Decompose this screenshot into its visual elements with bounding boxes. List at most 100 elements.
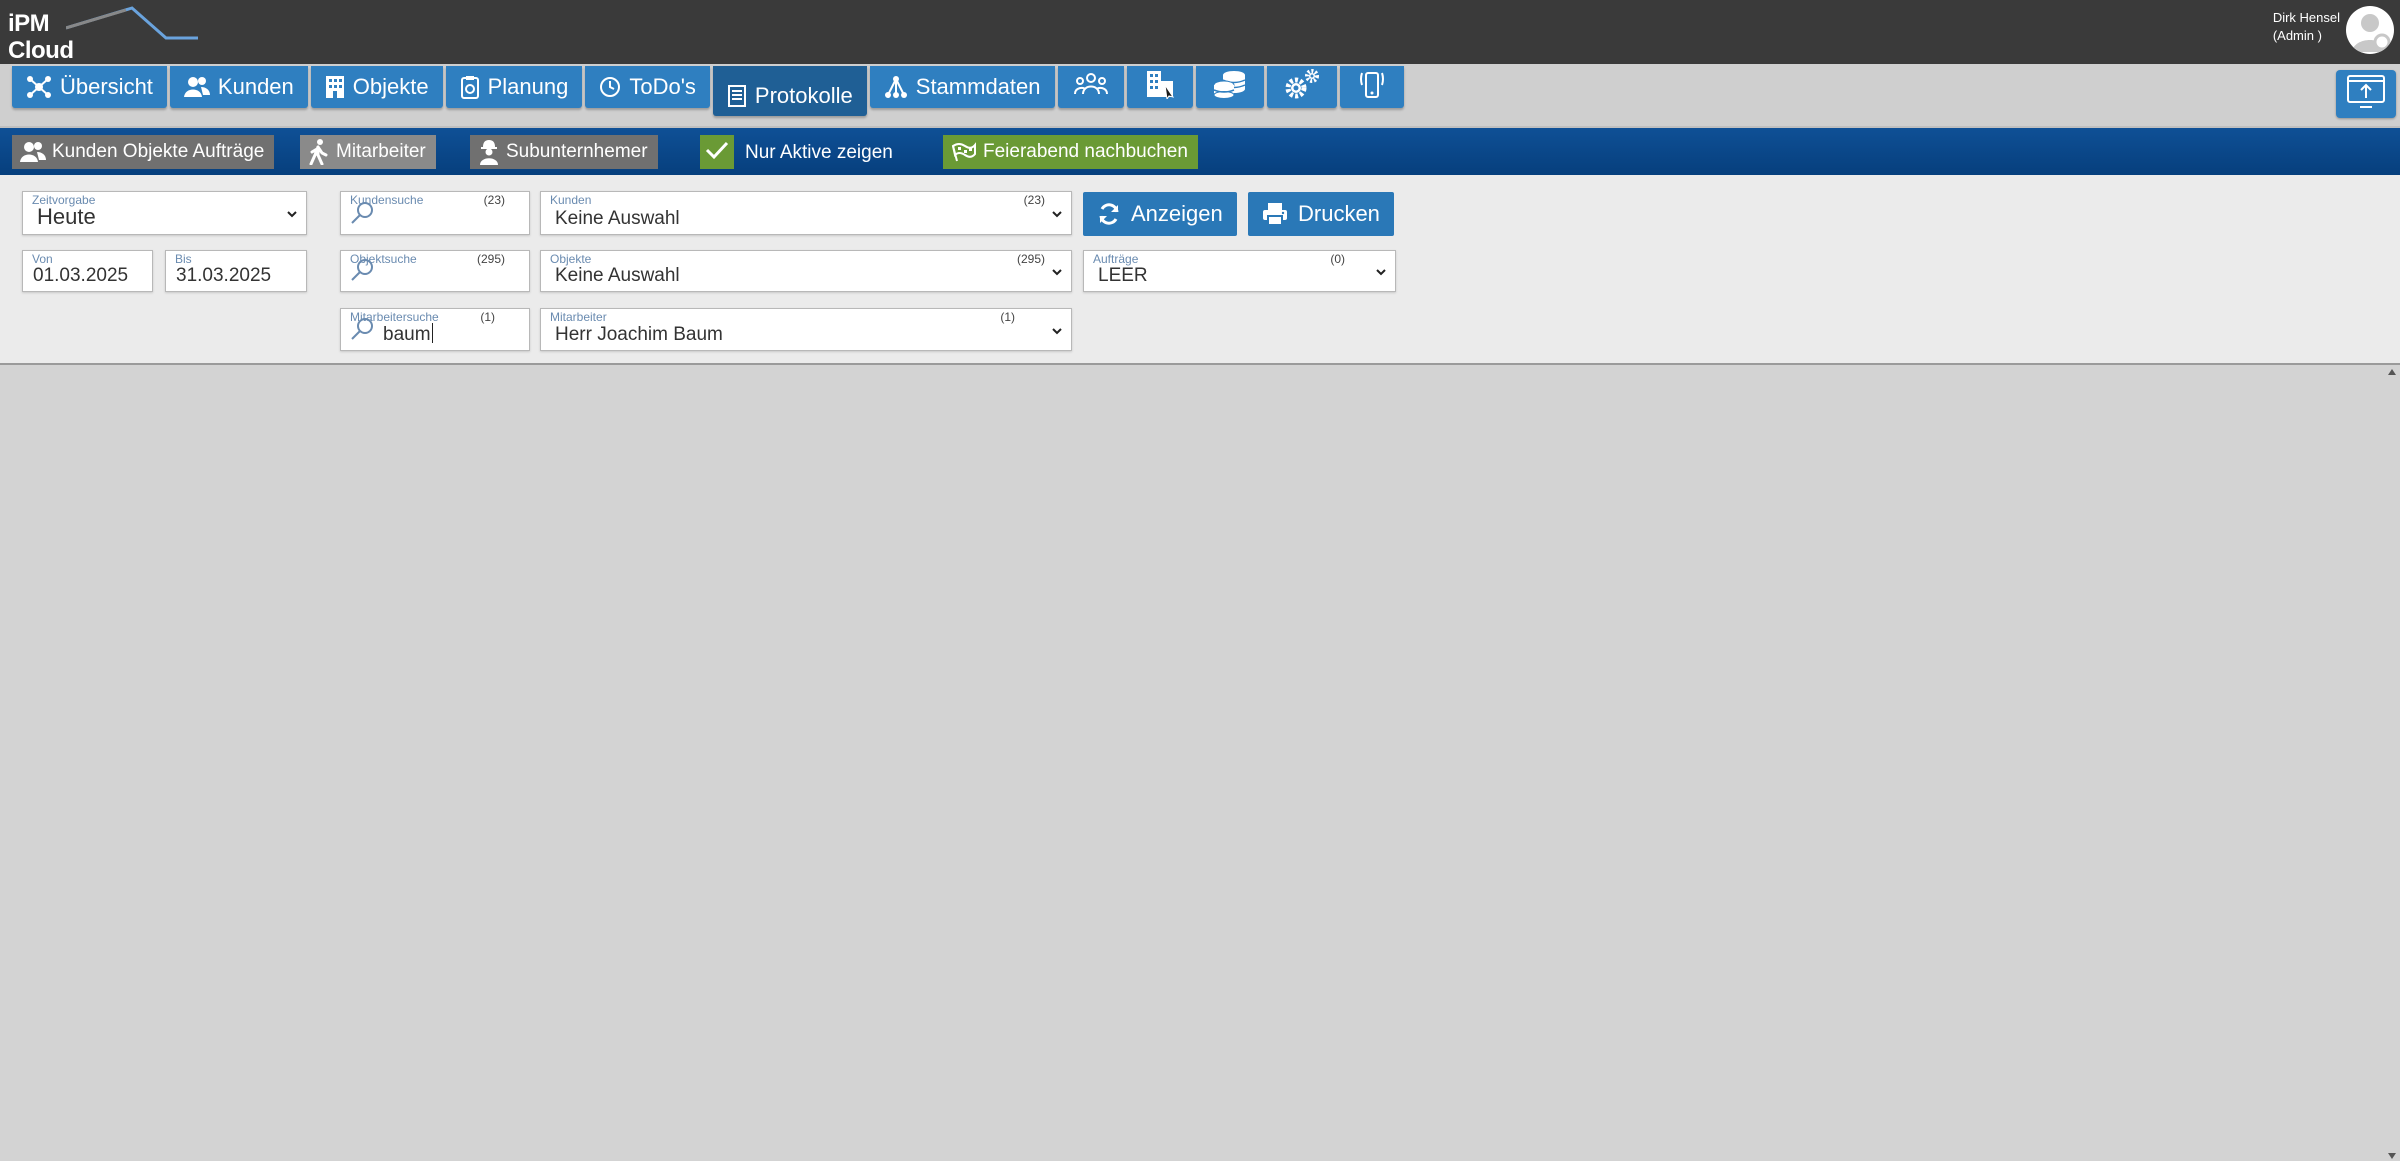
- button-label: Mitarbeiter: [336, 141, 426, 162]
- sub-toolbar: Kunden Objekte Aufträge Mitarbeiter Subu…: [0, 128, 2400, 175]
- chevron-down-icon: [1051, 265, 1063, 283]
- anzeigen-button[interactable]: Anzeigen: [1083, 192, 1237, 236]
- field-label: Kunden: [550, 193, 592, 207]
- tab-stammdaten[interactable]: Stammdaten: [869, 66, 1055, 108]
- field-value: LEER: [1098, 265, 1148, 286]
- drucken-button[interactable]: Drucken: [1248, 192, 1394, 236]
- tab-todos[interactable]: ToDo's: [585, 66, 710, 108]
- walking-person-icon: [308, 139, 330, 165]
- check-icon: [705, 140, 729, 165]
- building-icon: [325, 75, 345, 99]
- field-label: Aufträge: [1093, 252, 1139, 266]
- field-count: (295): [1016, 252, 1045, 266]
- field-value-wrap: baum: [383, 323, 433, 346]
- field-count: (1): [480, 310, 495, 324]
- field-count: (1): [1000, 310, 1015, 324]
- field-value: baum: [383, 324, 431, 345]
- search-icon: [349, 200, 375, 231]
- avatar[interactable]: [2346, 6, 2394, 54]
- tab-label: Übersicht: [60, 74, 153, 99]
- app-logo[interactable]: iPM Cloud: [6, 4, 198, 64]
- field-label: Von: [32, 252, 53, 266]
- refresh-icon: [1097, 202, 1121, 226]
- mobile-phone-icon: [1357, 67, 1387, 107]
- objektsuche-input[interactable]: Objektsuche (295): [340, 250, 530, 292]
- clock-icon: [599, 76, 621, 98]
- tab-mitarbeiter-gruppe[interactable]: [1057, 66, 1124, 108]
- roof-logo-icon: [66, 6, 198, 40]
- auftraege-select[interactable]: Aufträge (0) LEER: [1083, 250, 1396, 292]
- search-icon: [349, 316, 375, 347]
- zeitvorgabe-select[interactable]: Zeitvorgabe Heute: [22, 191, 307, 235]
- kunden-select[interactable]: Kunden (23) Keine Auswahl: [540, 191, 1072, 235]
- gears-icon: [1283, 68, 1321, 106]
- field-value: Heute: [37, 204, 96, 229]
- button-label: Kunden Objekte Aufträge: [52, 141, 265, 162]
- field-value: Keine Auswahl: [555, 208, 680, 229]
- text-caret: [431, 323, 433, 343]
- buildings-icon: [1143, 69, 1177, 105]
- results-area: [0, 367, 2384, 1161]
- vertical-scrollbar[interactable]: [2384, 367, 2400, 1161]
- tab-protokolle[interactable]: Protokolle: [712, 66, 867, 116]
- mitarbeitersuche-input[interactable]: Mitarbeitersuche (1) baum: [340, 308, 530, 351]
- feierabend-nachbuchen-button[interactable]: Feierabend nachbuchen: [943, 135, 1198, 169]
- tab-planung[interactable]: Planung: [445, 66, 583, 108]
- field-value: 01.03.2025: [33, 265, 129, 286]
- clipboard-icon: [460, 75, 480, 99]
- field-count: (295): [476, 252, 505, 266]
- main-navigation: Übersicht Kunden Objekte Planung ToDo's: [0, 64, 2400, 128]
- nur-aktive-checkbox[interactable]: [700, 135, 734, 169]
- flag-icon: [951, 142, 977, 162]
- document-icon: [727, 84, 747, 108]
- filter-panel: Zeitvorgabe Heute Kundensuche (23) Kunde…: [0, 175, 2400, 365]
- user-info[interactable]: Dirk Hensel (Admin ): [2273, 9, 2340, 45]
- scroll-up-icon[interactable]: [2388, 369, 2396, 375]
- tab-gebaeude[interactable]: [1126, 66, 1193, 108]
- field-value: Herr Joachim Baum: [555, 324, 723, 345]
- logo-line2: Cloud: [8, 37, 74, 64]
- tab-uebersicht[interactable]: Übersicht: [12, 66, 167, 108]
- mitarbeiter-button[interactable]: Mitarbeiter: [300, 135, 436, 169]
- tab-kunden[interactable]: Kunden: [169, 66, 308, 108]
- worker-icon: [478, 139, 500, 165]
- search-icon: [349, 257, 375, 288]
- tab-label: Stammdaten: [915, 74, 1041, 99]
- chevron-down-icon: [1051, 324, 1063, 342]
- tab-label: Kunden: [217, 74, 294, 99]
- field-label: Objekte: [550, 252, 592, 266]
- user-role: (Admin ): [2272, 28, 2322, 43]
- kundensuche-input[interactable]: Kundensuche (23): [340, 191, 530, 235]
- printer-icon: [1262, 202, 1288, 226]
- field-count: (0): [1330, 252, 1345, 266]
- kunden-objekte-auftraege-button[interactable]: Kunden Objekte Aufträge: [12, 135, 275, 169]
- button-label: Anzeigen: [1131, 201, 1223, 226]
- button-label: Feierabend nachbuchen: [983, 141, 1188, 162]
- field-label: Mitarbeiter: [550, 310, 607, 324]
- user-name: Dirk Hensel: [2272, 10, 2340, 25]
- nur-aktive-label[interactable]: Nur Aktive zeigen: [745, 142, 893, 164]
- tab-finanzen[interactable]: [1195, 66, 1264, 108]
- coins-icon: [1212, 69, 1248, 105]
- screen-upload-button[interactable]: [2336, 70, 2396, 118]
- tab-mobile[interactable]: [1339, 66, 1404, 108]
- scroll-down-icon[interactable]: [2388, 1153, 2396, 1159]
- tab-objekte[interactable]: Objekte: [310, 66, 443, 108]
- bis-date-input[interactable]: Bis 31.03.2025: [165, 250, 307, 292]
- subunternehmer-button[interactable]: Subunternhemer: [470, 135, 658, 169]
- field-label: Bis: [175, 252, 192, 266]
- field-count: (23): [483, 193, 505, 207]
- tab-einstellungen[interactable]: [1266, 66, 1337, 108]
- group-icon: [1073, 72, 1108, 102]
- mitarbeiter-select[interactable]: Mitarbeiter (1) Herr Joachim Baum: [540, 308, 1072, 351]
- top-header: iPM Cloud Dirk Hensel (Admin ): [0, 0, 2400, 64]
- tab-label: Protokolle: [754, 83, 853, 108]
- user-avatar-icon: [2352, 14, 2391, 52]
- tab-label: Planung: [487, 74, 569, 99]
- screen-upload-icon: [2346, 74, 2386, 115]
- von-date-input[interactable]: Von 01.03.2025: [22, 250, 153, 292]
- users-icon: [183, 76, 210, 98]
- button-label: Subunternhemer: [506, 141, 648, 162]
- users-icon: [20, 141, 46, 163]
- objekte-select[interactable]: Objekte (295) Keine Auswahl: [540, 250, 1072, 292]
